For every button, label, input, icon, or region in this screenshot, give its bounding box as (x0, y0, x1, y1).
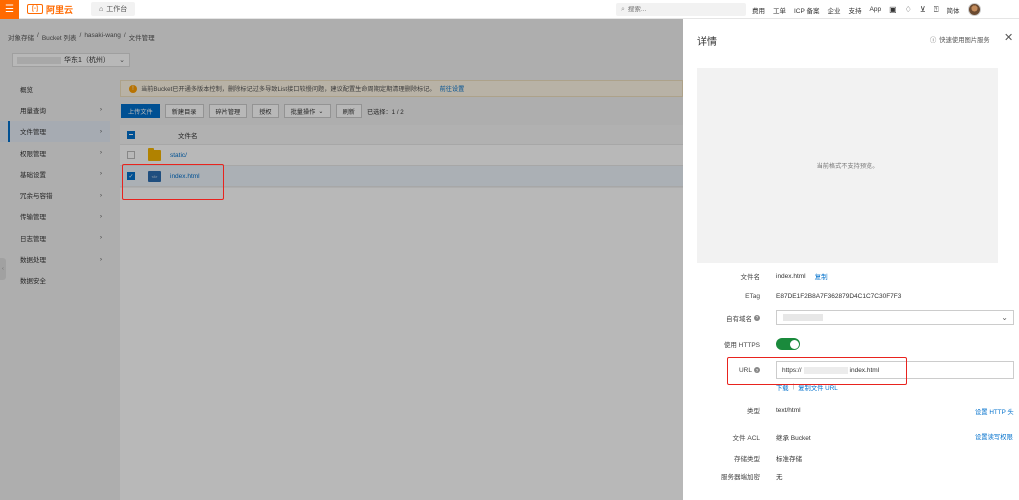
field-url: URL? https:// index.html (683, 361, 1019, 379)
domain-redacted (783, 314, 823, 321)
field-etag: ETag E87DE1F2B8A7F362879D4C1C7C30F7F3 (683, 293, 1019, 300)
field-storage-class: 存储类型 标准存储 (683, 453, 1019, 463)
copy-url-link[interactable]: 复制文件 URL (798, 383, 838, 392)
logo[interactable]: [-] 阿里云 (27, 3, 73, 16)
encryption-value: 无 (776, 474, 783, 481)
nav-icp[interactable]: ICP 备案 (794, 5, 820, 15)
url-prefix: https:// (782, 366, 802, 374)
modal-backdrop[interactable] (0, 19, 683, 500)
field-label: 自有域名 (726, 315, 752, 323)
download-link[interactable]: 下载 (776, 383, 789, 392)
info-icon[interactable]: ? (754, 314, 760, 321)
field-encryption: 服务器端加密 无 (683, 471, 1019, 481)
hamburger-menu-icon[interactable]: ☰ (0, 0, 19, 19)
search-icon: ⌕ (621, 5, 625, 13)
field-label: 服务器端加密 (721, 474, 760, 481)
nav-app[interactable]: App (870, 6, 882, 13)
search-box[interactable]: ⌕ (616, 3, 746, 16)
set-http-header-link[interactable]: 设置 HTTP 头 (975, 407, 1014, 416)
type-value: text/html (776, 406, 801, 414)
field-label: 类型 (747, 408, 760, 415)
set-acl-link[interactable]: 设置读写权限 (975, 432, 1013, 441)
field-domain: 自有域名? ⌄ (683, 310, 1019, 325)
logo-text: 阿里云 (46, 4, 74, 15)
etag-value: E87DE1F2B8A7F362879D4C1C7C30F7F3 (776, 293, 902, 300)
search-input[interactable] (627, 6, 728, 13)
nav-tickets[interactable]: 工单 (773, 5, 786, 15)
workbench-button[interactable]: ⌂ 工作台 (91, 2, 136, 16)
nav-fees[interactable]: 费用 (752, 5, 765, 15)
terminal-icon[interactable]: ▣ (889, 5, 897, 14)
https-toggle[interactable] (776, 338, 800, 350)
help-label: 快速使用图片服务 (939, 37, 990, 44)
url-host-redacted (803, 366, 848, 374)
detail-panel: 详情 ⓘ 快速使用图片服务 ✕ 当前格式不支持预览。 文件名 index.htm… (683, 19, 1019, 500)
field-label: 存储类型 (734, 456, 760, 463)
home-icon: ⌂ (99, 5, 104, 13)
filename-value: index.html (776, 272, 806, 280)
help-icon[interactable]: ⍰ (934, 5, 939, 15)
storage-value: 标准存储 (776, 456, 802, 463)
link-divider: | (792, 383, 795, 390)
cart-icon[interactable]: ⊻ (920, 5, 926, 14)
field-type: 类型 text/html (683, 405, 1019, 416)
url-actions: 下载 | 复制文件 URL (776, 383, 838, 392)
file-preview: 当前格式不支持预览。 (697, 68, 998, 263)
chevron-down-icon: ⌄ (1001, 313, 1008, 322)
preview-message: 当前格式不支持预览。 (816, 163, 879, 170)
url-suffix: index.html (849, 366, 880, 374)
panel-title: 详情 (697, 37, 717, 48)
copy-filename-link[interactable]: 复制 (815, 271, 828, 281)
field-filename: 文件名 index.html 复制 (683, 271, 1019, 282)
field-acl: 文件 ACL 继承 Bucket (683, 432, 1019, 442)
question-circle-icon: ⓘ (930, 37, 937, 44)
field-label: URL (738, 366, 752, 374)
bell-icon[interactable]: ♢ (905, 5, 912, 14)
url-field[interactable]: https:// index.html (776, 361, 1014, 379)
field-label: 使用 HTTPS (723, 342, 760, 349)
workbench-label: 工作台 (106, 6, 128, 13)
field-label: 文件名 (740, 274, 761, 281)
info-icon[interactable]: ? (754, 367, 760, 373)
language-switch[interactable]: 简体 (947, 5, 960, 15)
avatar[interactable] (967, 3, 981, 16)
acl-value: 继承 Bucket (776, 435, 811, 442)
top-bar: ☰ [-] 阿里云 ⌂ 工作台 ⌕ 费用 工单 ICP 备案 企业 支持 App… (0, 0, 1019, 19)
logo-mark-icon: [-] (27, 4, 43, 14)
top-nav: 费用 工单 ICP 备案 企业 支持 App ▣ ♢ ⊻ ⍰ 简体 (752, 0, 981, 19)
close-icon[interactable]: ✕ (1004, 31, 1013, 44)
nav-support[interactable]: 支持 (849, 5, 862, 15)
custom-domain-select[interactable]: ⌄ (776, 310, 1014, 325)
image-service-help-link[interactable]: ⓘ 快速使用图片服务 (930, 35, 990, 44)
nav-enterprise[interactable]: 企业 (828, 5, 841, 15)
field-https: 使用 HTTPS (683, 338, 1019, 350)
field-label: 文件 ACL (732, 435, 760, 442)
field-label: ETag (745, 293, 760, 300)
